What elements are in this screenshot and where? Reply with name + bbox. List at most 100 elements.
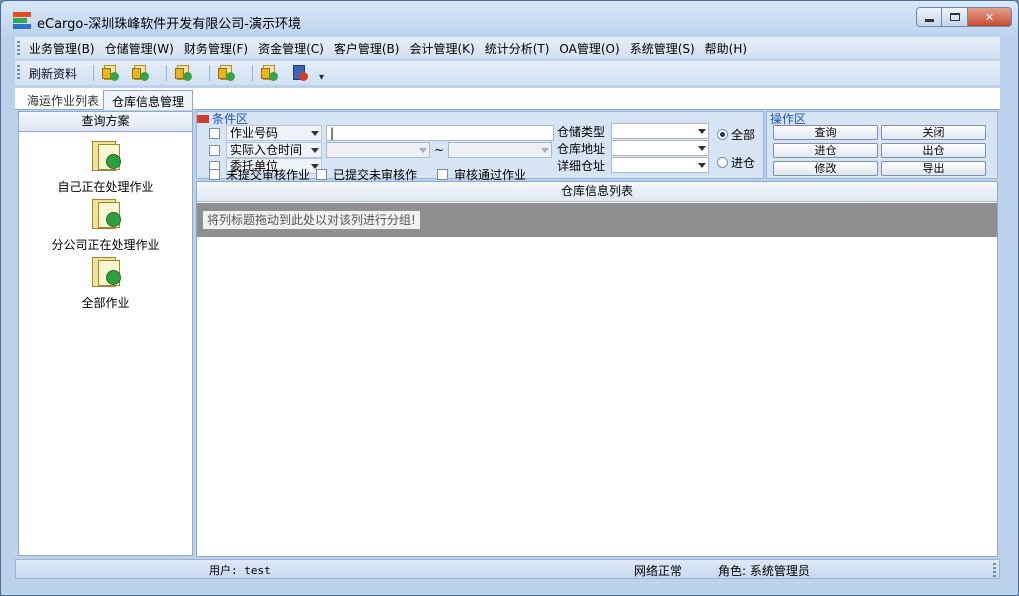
- close-button[interactable]: ✕: [968, 7, 1012, 27]
- chevron-down-icon: [311, 131, 319, 136]
- menu-help[interactable]: 帮助(H): [705, 40, 747, 57]
- toolbar-separator: [209, 65, 211, 81]
- detail-location-select[interactable]: [611, 157, 709, 173]
- menu-statistics[interactable]: 统计分析(T): [485, 40, 550, 57]
- toolbar-grip[interactable]: [17, 65, 20, 79]
- maximize-button[interactable]: [942, 7, 968, 27]
- submitted-unaudited-label: 已提交未审核作: [333, 167, 418, 182]
- close-panel-button[interactable]: 关闭: [881, 125, 986, 140]
- toolbar-overflow-icon[interactable]: ▾: [319, 72, 324, 83]
- range-separator: ~: [434, 143, 445, 157]
- tab-warehouse-info[interactable]: 仓库信息管理: [103, 90, 194, 110]
- window-title: eCargo-深圳珠峰软件开发有限公司-演示环境: [37, 17, 301, 32]
- folder-document-icon: [88, 138, 124, 174]
- menu-warehouse[interactable]: 仓储管理(W): [105, 40, 174, 57]
- menu-finance[interactable]: 财务管理(F): [184, 40, 248, 57]
- toolbar-separator: [93, 65, 95, 81]
- warehouse-info-grid: 仓库信息列表 将列标题拖动到此处以对该列进行分组!: [196, 181, 998, 557]
- scheme-label: 分公司正在处理作业: [51, 238, 160, 252]
- audit-passed-checkbox[interactable]: [437, 168, 449, 180]
- chevron-down-icon: [541, 148, 550, 153]
- toolbar-separator: [166, 65, 168, 81]
- warehouse-address-label: 仓库地址: [557, 141, 606, 156]
- in-date-to[interactable]: [448, 142, 553, 158]
- scheme-label: 全部作业: [81, 296, 130, 310]
- minimize-icon: [924, 19, 934, 22]
- audit-passed-label: 审核通过作业: [454, 167, 527, 182]
- job-number-input[interactable]: |: [326, 125, 554, 141]
- refresh-button[interactable]: 刷新资料: [29, 65, 77, 82]
- export-button[interactable]: 导出: [881, 161, 986, 176]
- in-date-checkbox[interactable]: [209, 144, 220, 156]
- not-submitted-checkbox[interactable]: [209, 168, 220, 180]
- resize-grip-icon[interactable]: [993, 563, 996, 577]
- query-button[interactable]: 查询: [773, 125, 878, 140]
- row-actual-in-date: 实际入仓时间 ~: [209, 142, 553, 158]
- storage-type-select[interactable]: [611, 123, 709, 139]
- app-window: eCargo-深圳珠峰软件开发有限公司-演示环境 ✕ 业务管理(B) 仓储管理(…: [0, 0, 1019, 596]
- folder-document-icon: [88, 196, 124, 232]
- chevron-down-icon: [698, 129, 706, 134]
- close-icon: ✕: [984, 10, 995, 24]
- radio-in-warehouse[interactable]: 进仓: [717, 154, 755, 171]
- app-logo-icon: [13, 12, 31, 30]
- maximize-icon: [949, 13, 960, 21]
- filter-icon: [197, 115, 209, 123]
- grid-title: 仓库信息列表: [197, 182, 997, 202]
- menu-funds[interactable]: 资金管理(C): [258, 40, 324, 57]
- radio-all[interactable]: 全部: [717, 126, 755, 143]
- job-number-field-select[interactable]: 作业号码: [226, 125, 322, 141]
- minimize-button[interactable]: [916, 7, 942, 27]
- row-storage-type: 仓储类型: [557, 123, 709, 139]
- in-date-from[interactable]: [326, 142, 430, 158]
- radio-all-label: 全部: [731, 128, 756, 142]
- status-network: 网络正常: [634, 564, 683, 578]
- chevron-down-icon: [698, 146, 706, 151]
- scheme-label: 自己正在处理作业: [57, 180, 154, 194]
- job-number-checkbox[interactable]: [209, 127, 220, 139]
- query-scheme-header: 查询方案: [19, 112, 192, 132]
- warehouse-address-select[interactable]: [611, 140, 709, 156]
- tab-sea-freight-jobs[interactable]: 海运作业列表: [19, 90, 107, 110]
- condition-area: 条件区 作业号码 | 实际入仓时间 ~ 委托单位 未提交审核作业 已提交未审核作…: [196, 111, 764, 182]
- radio-in-indicator: [717, 157, 728, 168]
- detail-location-label: 详细仓址: [557, 158, 606, 173]
- scheme-branch-jobs[interactable]: 分公司正在处理作业: [19, 196, 192, 253]
- radio-all-indicator: [717, 129, 728, 140]
- submitted-unaudited-checkbox[interactable]: [316, 168, 328, 180]
- not-submitted-label: 未提交审核作业: [226, 167, 311, 182]
- radio-in-label: 进仓: [731, 156, 756, 170]
- status-bar: 用户: test 网络正常 角色: 系统管理员: [15, 559, 1000, 579]
- chevron-down-icon: [311, 148, 319, 153]
- row-detail-location: 详细仓址: [557, 157, 709, 173]
- menu-oa[interactable]: OA管理(O): [559, 40, 619, 57]
- title-bar[interactable]: eCargo-深圳珠峰软件开发有限公司-演示环境 ✕: [1, 1, 1018, 37]
- exit-door-icon[interactable]: [289, 64, 309, 82]
- in-date-field-select[interactable]: 实际入仓时间: [226, 142, 322, 158]
- chevron-down-icon: [419, 148, 427, 153]
- warehouse-out-button[interactable]: 出仓: [881, 143, 986, 158]
- document-gold-icon[interactable]: [130, 64, 150, 82]
- query-scheme-panel: 查询方案 自己正在处理作业 分公司正在处理作业 全部作业: [18, 111, 193, 556]
- menu-accounting[interactable]: 会计管理(K): [409, 40, 474, 57]
- scheme-own-jobs[interactable]: 自己正在处理作业: [19, 138, 192, 195]
- menu-customers[interactable]: 客户管理(B): [334, 40, 400, 57]
- menu-grip[interactable]: [17, 41, 20, 55]
- menu-business[interactable]: 业务管理(B): [29, 40, 95, 57]
- row-warehouse-address: 仓库地址: [557, 140, 709, 156]
- scheme-all-jobs[interactable]: 全部作业: [19, 254, 192, 311]
- menu-system[interactable]: 系统管理(S): [630, 40, 695, 57]
- storage-type-label: 仓储类型: [557, 124, 606, 139]
- status-role: 角色: 系统管理员: [718, 564, 810, 578]
- document-gold-icon[interactable]: [259, 64, 279, 82]
- document-gold-icon[interactable]: [216, 64, 236, 82]
- row-audit-status: 未提交审核作业 已提交未审核作 审核通过作业: [209, 166, 526, 182]
- tab-strip: 海运作业列表 仓库信息管理: [15, 88, 1000, 110]
- condition-title-text: 条件区: [212, 112, 249, 126]
- warehouse-in-button[interactable]: 进仓: [773, 143, 878, 158]
- modify-button[interactable]: 修改: [773, 161, 878, 176]
- folder-document-icon: [88, 254, 124, 290]
- group-by-panel[interactable]: 将列标题拖动到此处以对该列进行分组!: [197, 203, 997, 237]
- document-gold-icon[interactable]: [100, 64, 120, 82]
- document-gold-icon[interactable]: [173, 64, 193, 82]
